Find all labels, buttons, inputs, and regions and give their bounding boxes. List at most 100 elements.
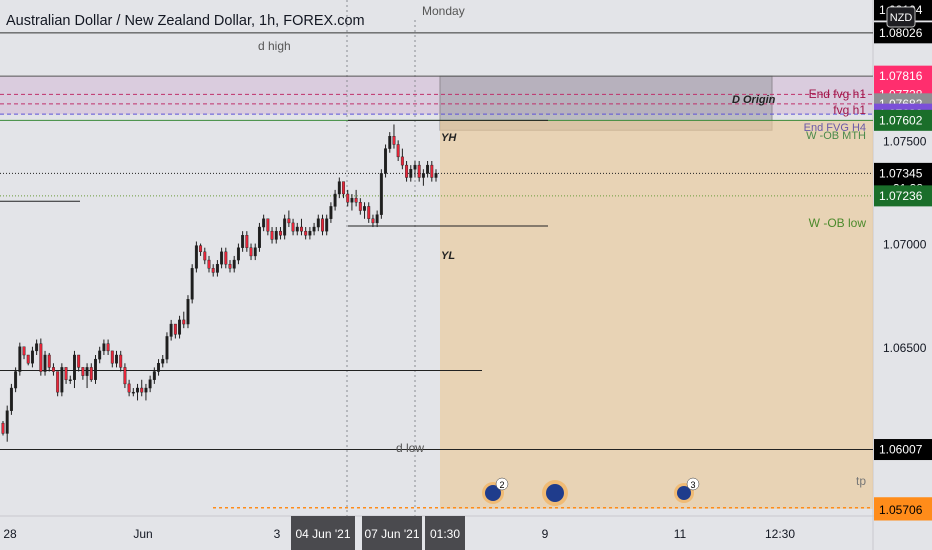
candle-body[interactable] <box>127 383 131 393</box>
candle-body[interactable] <box>409 169 413 178</box>
candle-body[interactable] <box>379 173 383 215</box>
candle-body[interactable] <box>115 354 118 364</box>
candle-body[interactable] <box>194 245 198 269</box>
candle-body[interactable] <box>405 164 409 178</box>
candle-body[interactable] <box>236 247 240 261</box>
candle-body[interactable] <box>278 230 282 236</box>
candle-body[interactable] <box>60 367 64 393</box>
candle-body[interactable] <box>110 350 114 364</box>
candle-body[interactable] <box>165 336 169 360</box>
candle-body[interactable] <box>178 319 182 335</box>
candle-body[interactable] <box>140 387 144 393</box>
candle-body[interactable] <box>417 164 421 178</box>
candle-body[interactable] <box>312 226 316 232</box>
candle-body[interactable] <box>375 214 379 224</box>
candle-body[interactable] <box>350 197 354 203</box>
candle-body[interactable] <box>123 367 127 385</box>
zone-projection[interactable] <box>440 120 873 509</box>
candle-body[interactable] <box>56 371 60 393</box>
candle-body[interactable] <box>257 226 261 248</box>
candle-body[interactable] <box>190 268 194 300</box>
candle-body[interactable] <box>35 343 39 352</box>
candle-body[interactable] <box>22 346 26 356</box>
candle-body[interactable] <box>89 367 93 380</box>
candle-body[interactable] <box>85 367 89 376</box>
candle-body[interactable] <box>270 230 274 240</box>
candle-body[interactable] <box>98 350 102 360</box>
candle-body[interactable] <box>295 226 299 232</box>
candle-body[interactable] <box>329 206 333 219</box>
candle-body[interactable] <box>224 251 228 265</box>
candle-body[interactable] <box>262 218 266 228</box>
candle-body[interactable] <box>430 164 434 178</box>
candle-body[interactable] <box>421 173 425 178</box>
candle-body[interactable] <box>39 343 43 372</box>
candle-body[interactable] <box>152 371 156 380</box>
candle-body[interactable] <box>43 354 47 372</box>
candle-body[interactable] <box>413 164 417 170</box>
candle-body[interactable] <box>371 218 375 224</box>
candle-body[interactable] <box>388 136 392 149</box>
candle-body[interactable] <box>426 164 430 174</box>
candle-body[interactable] <box>308 230 312 236</box>
candle-body[interactable] <box>367 206 371 219</box>
candle-body[interactable] <box>161 358 165 364</box>
candle-body[interactable] <box>304 230 308 236</box>
candle-body[interactable] <box>253 247 257 257</box>
candle-body[interactable] <box>434 173 438 178</box>
candle-body[interactable] <box>249 247 253 257</box>
candle-body[interactable] <box>47 354 51 368</box>
candle-body[interactable] <box>211 268 215 273</box>
candle-body[interactable] <box>106 343 110 352</box>
candle-body[interactable] <box>346 193 350 203</box>
candle-body[interactable] <box>283 218 287 236</box>
candle-body[interactable] <box>102 343 106 352</box>
candle-body[interactable] <box>207 259 211 269</box>
candle-body[interactable] <box>148 379 152 389</box>
candle-body[interactable] <box>342 181 345 195</box>
candle-body[interactable] <box>81 367 85 376</box>
candle-body[interactable] <box>26 354 30 364</box>
candle-body[interactable] <box>400 156 404 166</box>
candle-body[interactable] <box>144 387 148 393</box>
candle-body[interactable] <box>9 387 13 411</box>
candle-body[interactable] <box>245 235 249 248</box>
candle-body[interactable] <box>186 299 190 325</box>
candle-body[interactable] <box>14 371 18 389</box>
candle-body[interactable] <box>396 144 400 158</box>
candle-body[interactable] <box>136 387 139 393</box>
candle-body[interactable] <box>333 193 337 207</box>
candle-body[interactable] <box>64 367 68 380</box>
candle-body[interactable] <box>384 148 388 174</box>
candle-body[interactable] <box>30 350 34 364</box>
candle-body[interactable] <box>392 136 396 145</box>
candle-body[interactable] <box>169 323 173 337</box>
candle-body[interactable] <box>354 197 358 203</box>
candle-body[interactable] <box>232 259 236 269</box>
candle-body[interactable] <box>316 218 320 228</box>
candle-body[interactable] <box>266 218 270 232</box>
candle-body[interactable] <box>358 202 362 211</box>
candle-body[interactable] <box>337 181 341 195</box>
candle-body[interactable] <box>287 218 291 224</box>
candle-body[interactable] <box>215 263 219 273</box>
event-marker-au-2[interactable] <box>542 480 568 506</box>
candle-body[interactable] <box>274 230 278 240</box>
candle-body[interactable] <box>363 206 366 211</box>
candle-body[interactable] <box>199 245 203 253</box>
candle-body[interactable] <box>5 410 9 434</box>
candle-body[interactable] <box>77 354 81 368</box>
candle-body[interactable] <box>228 263 232 269</box>
candle-body[interactable] <box>321 218 324 232</box>
chart-canvas[interactable]: Australian Dollar / New Zealand Dollar, … <box>0 0 932 550</box>
candle-body[interactable] <box>73 354 76 380</box>
candle-body[interactable] <box>18 346 22 372</box>
candle-body[interactable] <box>220 251 224 265</box>
candle-body[interactable] <box>291 222 295 232</box>
candle-body[interactable] <box>51 367 55 372</box>
candle-body[interactable] <box>157 363 161 372</box>
candle-body[interactable] <box>173 323 177 335</box>
candle-body[interactable] <box>300 226 303 232</box>
candle-body[interactable] <box>182 319 186 325</box>
candle-body[interactable] <box>325 218 329 232</box>
